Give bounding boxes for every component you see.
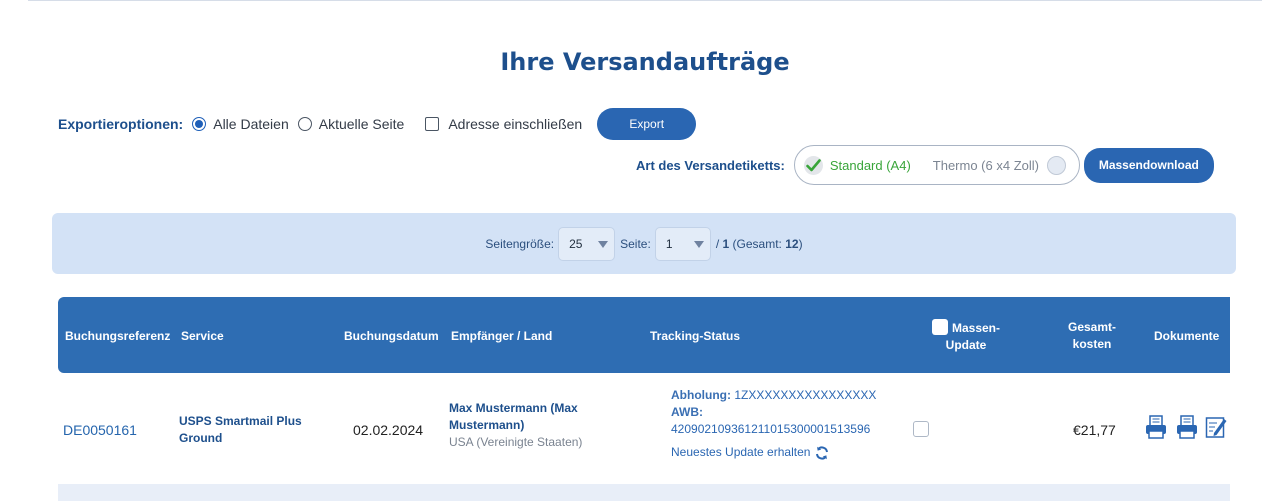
page-title: Ihre Versandaufträge <box>500 48 790 76</box>
total-cost: €21,77 <box>1073 422 1116 438</box>
table-row-next <box>58 484 1230 501</box>
total-pages: 1 <box>722 236 730 251</box>
page-size-label: Seitengröße: <box>485 236 555 251</box>
radio-all-files[interactable] <box>192 117 207 131</box>
tracking-cell: Abholung: 1ZXXXXXXXXXXXXXXXX AWB: 420902… <box>671 387 911 461</box>
header-cost[interactable]: Gesamt- kosten <box>1054 319 1130 353</box>
awb-label: AWB: <box>671 405 703 419</box>
export-options-label: Exportieroptionen: <box>58 116 184 132</box>
include-address-checkbox[interactable] <box>425 117 440 131</box>
label-type-toggle[interactable]: Standard (A4) Thermo (6 x4 Zoll) <box>793 145 1080 185</box>
page-value: 1 <box>665 236 673 251</box>
pickup-value: 1ZXXXXXXXXXXXXXXXX <box>734 388 877 402</box>
header-tracking[interactable]: Tracking-Status <box>650 328 740 345</box>
export-button[interactable]: Export <box>597 108 697 140</box>
header-cost-line1: Gesamt- <box>1067 320 1117 334</box>
page-size-select[interactable]: 25 <box>558 226 616 261</box>
recipient-name: Max Mustermann (Max Mustermann) <box>449 401 578 432</box>
thermo-radio-icon[interactable] <box>1046 155 1066 175</box>
pagination-bar: Seitengröße: 25 Seite: 1 / 1 (Gesamt: 12… <box>52 213 1236 274</box>
booking-date: 02.02.2024 <box>353 422 424 438</box>
row-mass-update-checkbox[interactable] <box>913 421 929 437</box>
header-ref[interactable]: Buchungsreferenz <box>65 328 170 345</box>
radio-current-page-label[interactable]: Aktuelle Seite <box>319 116 405 132</box>
page-label: Seite: <box>620 236 651 251</box>
header-mass-line2: Update <box>945 338 987 352</box>
page-of-prefix: / <box>715 236 720 251</box>
pickup-label: Abholung: <box>671 388 731 402</box>
header-cost-line2: kosten <box>1072 337 1112 351</box>
printer-icon[interactable] <box>1145 415 1167 439</box>
update-link-row: Neuestes Update erhalten <box>671 444 911 461</box>
chevron-down-icon <box>693 240 704 248</box>
header-service[interactable]: Service <box>181 328 224 345</box>
recipient-cell: Max Mustermann (Max Mustermann) USA (Ver… <box>449 400 619 451</box>
header-mass-update: Massen- Update <box>926 319 1006 354</box>
include-address-label[interactable]: Adresse einschließen <box>448 116 582 132</box>
mass-update-checkbox[interactable] <box>931 319 948 335</box>
page-size-value: 25 <box>569 236 583 251</box>
thermo-option[interactable]: Thermo (6 x4 Zoll) <box>933 158 1039 173</box>
mass-download-button[interactable]: Massendownload <box>1083 147 1214 183</box>
standard-a4-option[interactable]: Standard (A4) <box>830 158 911 173</box>
table-header: Buchungsreferenz Service Buchungsdatum E… <box>58 297 1230 373</box>
label-type-label: Art des Versandetiketts: <box>636 157 785 173</box>
recipient-country: USA (Vereinigte Staaten) <box>449 435 583 449</box>
header-recipient[interactable]: Empfänger / Land <box>451 328 552 345</box>
check-circle-icon[interactable] <box>803 155 823 175</box>
export-options: Exportieroptionen: Alle Dateien Aktuelle… <box>58 108 697 140</box>
header-mass-line1: Massen- <box>951 321 1001 335</box>
total-count: 12 <box>785 236 799 251</box>
chevron-down-icon <box>598 240 609 248</box>
printer-icon[interactable] <box>1176 415 1198 439</box>
booking-ref-link[interactable]: DE0050161 <box>63 422 137 438</box>
total-prefix: (Gesamt: <box>732 236 782 251</box>
edit-icon[interactable] <box>1205 415 1227 439</box>
total-suffix: ) <box>798 236 803 251</box>
header-docs: Dokumente <box>1154 329 1220 343</box>
refresh-icon[interactable] <box>815 445 829 460</box>
label-type-row: Art des Versandetiketts: Standard (A4) T… <box>636 145 1214 185</box>
latest-update-link[interactable]: Neuestes Update erhalten <box>671 444 810 461</box>
page-select[interactable]: 1 <box>654 226 711 261</box>
top-divider <box>28 0 1262 1</box>
radio-all-files-label[interactable]: Alle Dateien <box>213 116 289 132</box>
service-name: USPS Smartmail Plus Ground <box>179 414 302 445</box>
awb-value[interactable]: 420902109361211015300001513596 <box>671 421 911 438</box>
header-date[interactable]: Buchungsdatum <box>344 328 439 345</box>
radio-current-page[interactable] <box>297 117 312 131</box>
table-row: DE0050161 USPS Smartmail Plus Ground 02.… <box>58 378 1230 482</box>
